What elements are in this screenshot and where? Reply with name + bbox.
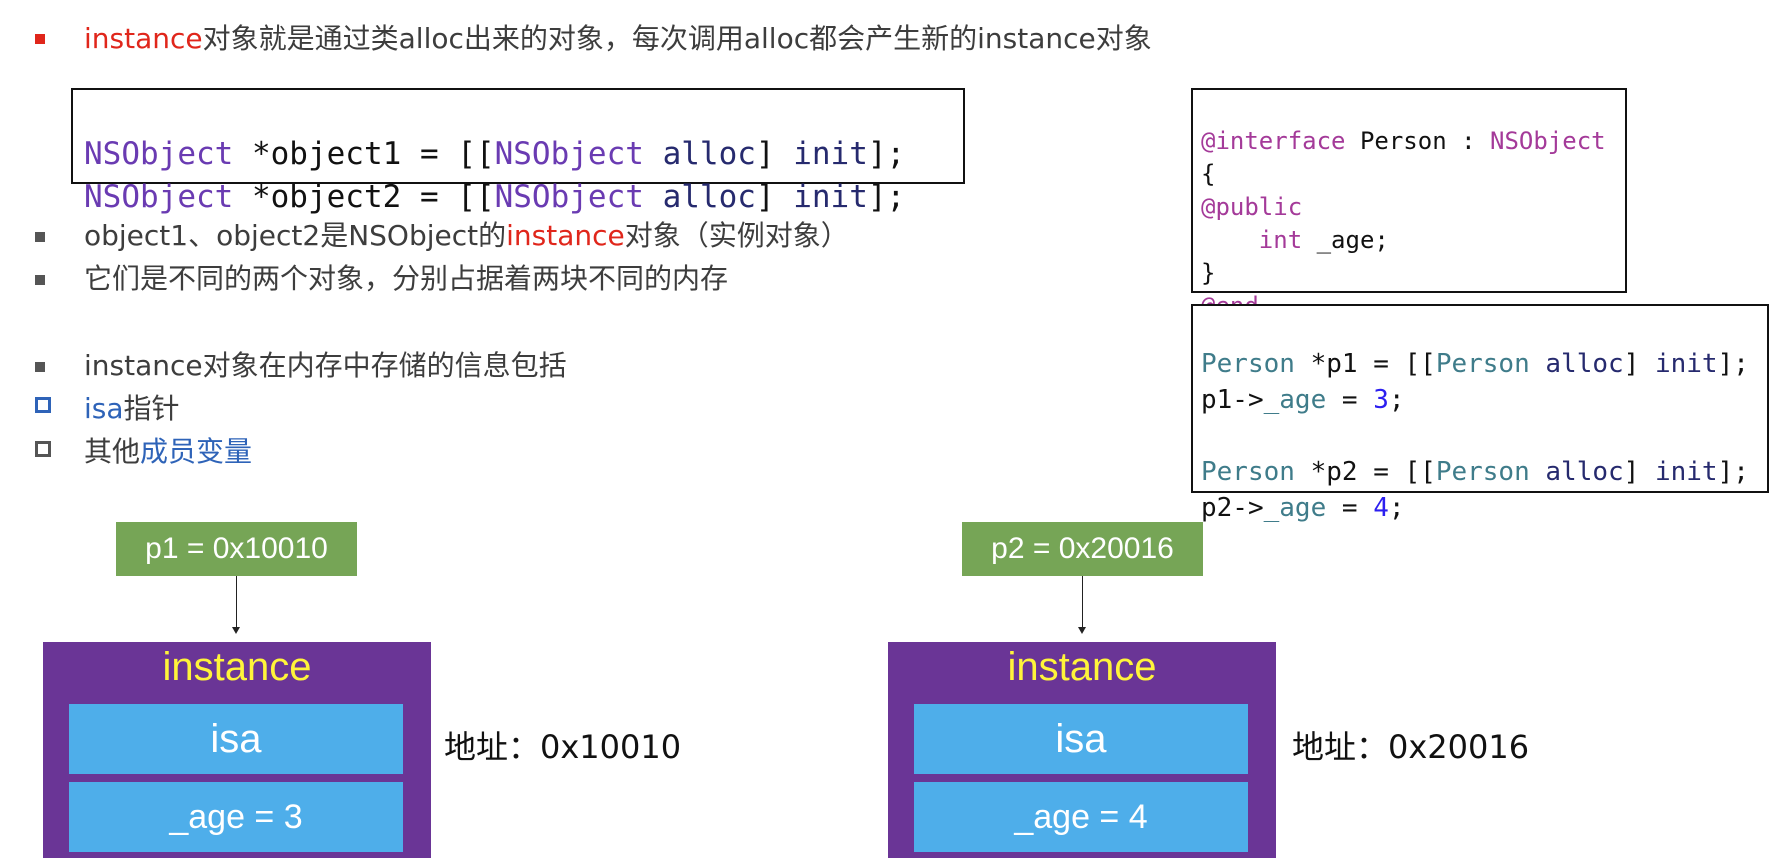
hollow-square-gray-icon xyxy=(35,441,51,457)
bullet-text-6: 其他成员变量 xyxy=(84,435,253,468)
bullet-text-3: 它们是不同的两个对象，分别占据着两块不同的内存 xyxy=(84,262,729,295)
instance-box-left: instance isa _age = 3 xyxy=(43,642,431,858)
address-label-left: 地址：0x10010 xyxy=(444,728,682,766)
bullet-red-square xyxy=(35,34,45,44)
bullet-text-4: instance对象在内存中存储的信息包括 xyxy=(84,349,567,382)
isa-cell: isa xyxy=(914,704,1248,774)
isa-cell: isa xyxy=(69,704,403,774)
code-box-nsobject: NSObject *object1 = [[NSObject alloc] in… xyxy=(71,88,965,215)
person-code: Person *p1 = [[Person alloc] init]; p1->_… xyxy=(1201,349,1749,523)
hollow-square-blue-icon xyxy=(35,397,51,413)
code-box-interface: @interface Person : NSObject{@public int… xyxy=(1191,88,1627,320)
address-label-right: 地址：0x20016 xyxy=(1292,728,1530,766)
bullet-1-rest: 对象就是通过类alloc出来的对象，每次调用alloc都会产生新的instanc… xyxy=(202,22,1152,55)
pointer-arrow-line xyxy=(1082,576,1083,628)
age-cell: _age = 4 xyxy=(914,782,1248,852)
bullet-gray-square xyxy=(35,232,45,242)
instance-box-right: instance isa _age = 4 xyxy=(888,642,1276,858)
age-cell: _age = 3 xyxy=(69,782,403,852)
instance-keyword: instance xyxy=(84,22,203,55)
bullet-gray-square xyxy=(35,362,45,372)
arrow-head-icon xyxy=(1078,627,1086,634)
code-line-2: NSObject *object2 = [[NSObject alloc] in… xyxy=(84,179,906,215)
pointer-p1-box: p1 = 0x10010 xyxy=(116,522,357,576)
instance-title: instance xyxy=(162,645,312,689)
bullet-gray-square xyxy=(35,275,45,285)
pointer-arrow-line xyxy=(236,576,237,628)
bullet-text-1: instance对象就是通过类alloc出来的对象，每次调用alloc都会产生新… xyxy=(84,19,1152,59)
instance-highlight: instance xyxy=(506,219,625,252)
interface-code: @interface Person : NSObject{@public int… xyxy=(1201,127,1606,320)
bullet-text-2: object1、object2是NSObject的instance对象（实例对象… xyxy=(84,219,849,252)
arrow-head-icon xyxy=(232,627,240,634)
code-box-person: Person *p1 = [[Person alloc] init]; p1->_… xyxy=(1191,304,1769,523)
instance-title: instance xyxy=(1007,645,1157,689)
bullet-text-5: isa指针 xyxy=(84,392,180,425)
pointer-p2-box: p2 = 0x20016 xyxy=(962,522,1203,576)
